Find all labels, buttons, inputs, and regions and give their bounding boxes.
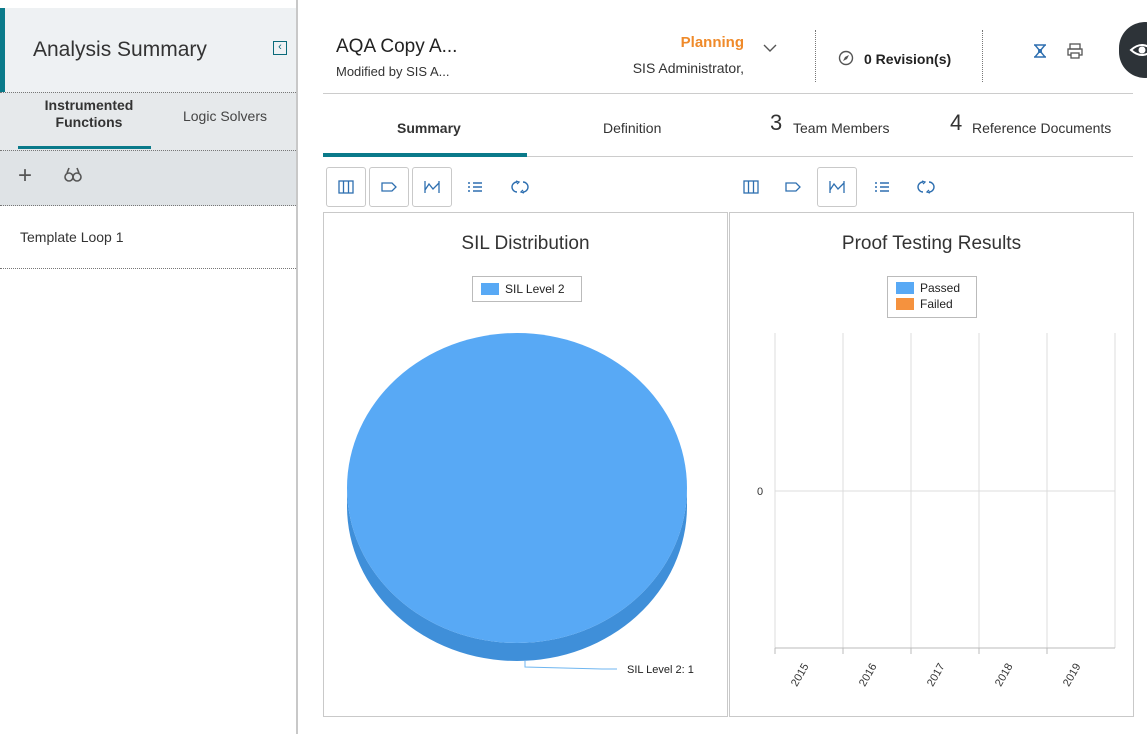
bar-chart: 0 2015 2016 2017 2018 2019	[757, 333, 1116, 689]
header-divider	[815, 30, 816, 82]
list-item-label: Template Loop 1	[20, 229, 124, 245]
tab-definition[interactable]: Definition	[530, 108, 730, 154]
chart-type-icon[interactable]	[817, 167, 857, 207]
tab-instrumented-functions[interactable]: Instrumented Functions	[28, 97, 150, 131]
x-tick-label: 2017	[925, 662, 948, 689]
chevron-down-icon[interactable]	[762, 40, 778, 58]
tab-reference-documents[interactable]: 4 Reference Documents	[940, 108, 1130, 154]
refresh-icon[interactable]	[500, 167, 540, 207]
collapse-panel-icon[interactable]: ‹	[273, 41, 287, 55]
chart-type-icon[interactable]	[412, 167, 452, 207]
print-icon[interactable]	[1066, 42, 1084, 65]
book-icon[interactable]	[731, 167, 771, 207]
header-divider	[982, 30, 983, 82]
binoculars-search-icon[interactable]	[64, 167, 82, 188]
data-label-leader-line	[524, 661, 617, 670]
reference-documents-count: 4	[950, 110, 963, 135]
list-icon[interactable]	[862, 167, 902, 207]
active-tab-indicator	[323, 153, 527, 157]
list-icon[interactable]	[455, 167, 495, 207]
left-panel: Analysis Summary ‹ Instrumented Function…	[0, 0, 298, 734]
tag-icon[interactable]	[369, 167, 409, 207]
eye-icon[interactable]	[1119, 22, 1147, 78]
left-panel-tabs: Instrumented Functions Logic Solvers	[0, 92, 296, 151]
tab-summary[interactable]: Summary	[323, 108, 527, 154]
x-tick-label: 2018	[993, 662, 1016, 689]
list-item-template-loop[interactable]: Template Loop 1	[0, 207, 296, 269]
data-label: SIL Level 2: 1	[627, 664, 694, 676]
tab-team-members[interactable]: 3 Team Members	[760, 108, 920, 154]
proof-testing-panel: Proof Testing Results Passed Failed 0 201…	[729, 212, 1134, 717]
reference-documents-label: Reference Documents	[972, 120, 1112, 136]
refresh-icon[interactable]	[906, 167, 946, 207]
x-tick-label: 2015	[789, 662, 812, 689]
state-label[interactable]: Planning	[620, 34, 744, 51]
x-tick-label: 2019	[1061, 662, 1084, 689]
y-tick-label: 0	[757, 486, 763, 498]
pie-chart: SIL Level 2: 1	[347, 333, 694, 676]
add-icon[interactable]: +	[18, 162, 32, 190]
state-user: SIS Administrator,	[632, 60, 744, 76]
active-tab-indicator	[18, 146, 151, 149]
hierarchy-icon[interactable]	[1031, 42, 1049, 65]
tab-logic-solvers[interactable]: Logic Solvers	[170, 108, 280, 124]
header-divider-line	[323, 93, 1133, 94]
tag-icon[interactable]	[773, 167, 813, 207]
record-subtitle: Modified by SIS A...	[336, 64, 450, 79]
tab-definition-label: Definition	[603, 120, 662, 136]
team-members-count: 3	[770, 110, 783, 135]
left-panel-title: Analysis Summary	[33, 38, 207, 61]
book-icon[interactable]	[326, 167, 366, 207]
pie-slice[interactable]	[347, 333, 687, 643]
compass-icon	[838, 50, 854, 71]
left-panel-toolbar: +	[0, 150, 296, 206]
team-members-label: Team Members	[793, 120, 890, 136]
revisions-button[interactable]: 0 Revision(s)	[864, 51, 951, 67]
tab-summary-label: Summary	[397, 120, 461, 136]
tab-label-line1: Instrumented	[44, 97, 134, 113]
left-panel-header: Analysis Summary ‹	[0, 8, 296, 92]
sil-distribution-panel: SIL Distribution SIL Level 2 SIL Level 2…	[323, 212, 728, 717]
record-title: AQA Copy A...	[336, 36, 458, 57]
tab-label-line2: Functions	[55, 114, 123, 130]
x-tick-label: 2016	[857, 662, 880, 689]
